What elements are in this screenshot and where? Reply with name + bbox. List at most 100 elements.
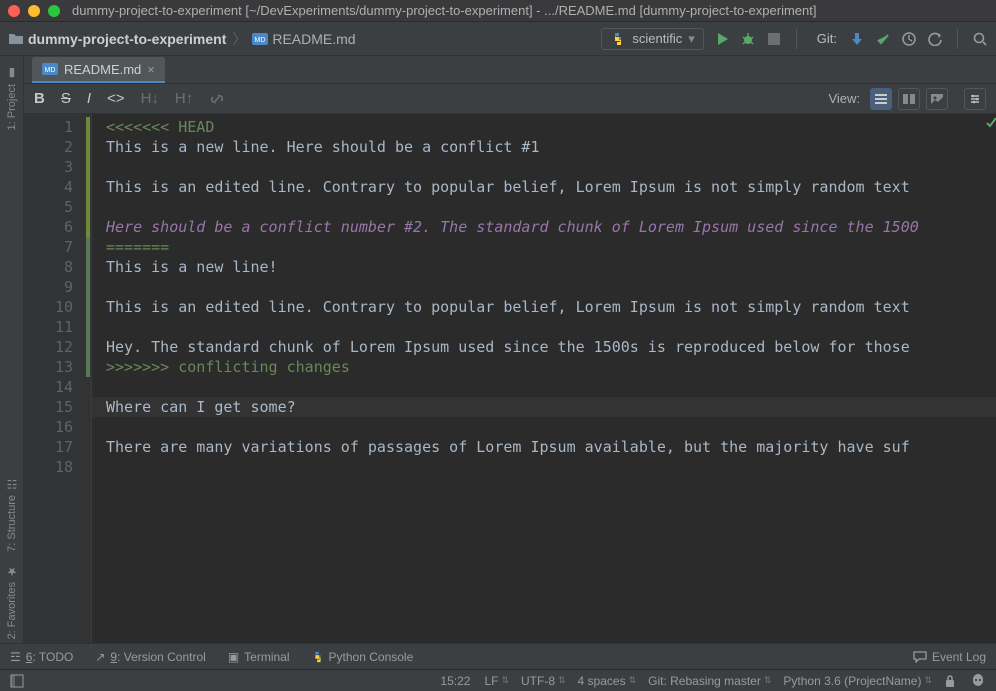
strikethrough-button[interactable]: S	[61, 90, 71, 107]
line-number[interactable]: 13	[24, 357, 87, 377]
code-line[interactable]: There are many variations of passages of…	[106, 437, 996, 457]
view-preview-button[interactable]	[926, 88, 948, 110]
line-number[interactable]: 9	[24, 277, 87, 297]
code-line[interactable]: This is a new line. Here should be a con…	[106, 137, 996, 157]
tool-windows-quick-access[interactable]	[10, 674, 24, 688]
structure-icon: ☷	[5, 477, 19, 491]
code-line[interactable]	[106, 417, 996, 437]
tool-window-structure[interactable]: 7: Structure ☷	[5, 473, 19, 556]
line-number[interactable]: 14	[24, 377, 87, 397]
search-everywhere-button[interactable]	[972, 31, 988, 47]
tool-window-event-log[interactable]: Event Log	[913, 650, 986, 664]
window-minimize-button[interactable]	[28, 5, 40, 17]
link-button[interactable]	[209, 91, 225, 107]
stop-button	[766, 31, 782, 47]
tool-window-todo[interactable]: ☲ 6: TODO	[10, 650, 73, 664]
tab-label: README.md	[64, 62, 141, 77]
window-close-button[interactable]	[8, 5, 20, 17]
interpreter-selector[interactable]: Python 3.6 (ProjectName)⇅	[783, 674, 930, 688]
git-commit-button[interactable]	[875, 31, 891, 47]
tool-window-python-console[interactable]: Python Console	[312, 650, 414, 664]
code-line[interactable]	[106, 457, 996, 477]
breadcrumb: dummy-project-to-experiment 〉 MD README.…	[8, 29, 356, 49]
breadcrumb-project[interactable]: dummy-project-to-experiment	[8, 31, 226, 47]
code-line[interactable]: >>>>>>> conflicting changes	[106, 357, 996, 377]
python-icon	[312, 651, 324, 663]
line-number[interactable]: 10	[24, 297, 87, 317]
svg-text:MD: MD	[255, 37, 266, 44]
view-settings-button[interactable]	[964, 88, 986, 110]
breadcrumb-file[interactable]: MD README.md	[252, 31, 355, 47]
terminal-icon: ▣	[228, 650, 239, 664]
run-configuration-label: scientific	[632, 31, 682, 46]
gutter[interactable]: 123456789101112131415161718	[24, 114, 92, 643]
editor-tab-readme[interactable]: MD README.md ×	[32, 57, 165, 83]
debug-button[interactable]	[740, 31, 756, 47]
code-content[interactable]: <<<<<<< HEADThis is a new line. Here sho…	[92, 114, 996, 643]
line-number[interactable]: 12	[24, 337, 87, 357]
tool-window-terminal[interactable]: ▣ Terminal	[228, 650, 290, 664]
encoding-selector[interactable]: UTF-8⇅	[521, 674, 564, 688]
code-line[interactable]: This is a new line!	[106, 257, 996, 277]
code-editor[interactable]: 123456789101112131415161718 <<<<<<< HEAD…	[24, 114, 996, 643]
code-line[interactable]: This is an edited line. Contrary to popu…	[106, 297, 996, 317]
code-line[interactable]: This is an edited line. Contrary to popu…	[106, 177, 996, 197]
line-separator-selector[interactable]: LF⇅	[484, 674, 507, 688]
view-editor-only-button[interactable]	[870, 88, 892, 110]
code-line[interactable]	[106, 157, 996, 177]
inspection-ok-icon[interactable]	[986, 117, 996, 133]
code-line[interactable]: <<<<<<< HEAD	[106, 117, 996, 137]
git-branch-selector[interactable]: Git: Rebasing master⇅	[648, 674, 769, 688]
indent-selector[interactable]: 4 spaces⇅	[578, 674, 635, 688]
code-line[interactable]	[106, 197, 996, 217]
star-icon: ★	[5, 564, 19, 578]
line-number[interactable]: 16	[24, 417, 87, 437]
caret-position[interactable]: 15:22	[440, 674, 470, 688]
tool-window-version-control[interactable]: ↗ 9: Version Control	[95, 650, 205, 664]
italic-button[interactable]: I	[87, 90, 91, 107]
bold-button[interactable]: B	[34, 90, 45, 107]
line-number[interactable]: 2	[24, 137, 87, 157]
line-number[interactable]: 3	[24, 157, 87, 177]
header-up-button[interactable]: H↑	[175, 90, 193, 107]
header-down-button[interactable]: H↓	[141, 90, 159, 107]
bottom-tool-stripe: ☲ 6: TODO ↗ 9: Version Control ▣ Termina…	[0, 643, 996, 669]
window-zoom-button[interactable]	[48, 5, 60, 17]
git-history-button[interactable]	[901, 31, 917, 47]
ide-status-icon[interactable]	[970, 674, 986, 688]
run-configuration-dropdown[interactable]: scientific ▾	[601, 28, 703, 50]
line-number[interactable]: 18	[24, 457, 87, 477]
readonly-toggle[interactable]	[944, 674, 956, 688]
status-bar: 15:22 LF⇅ UTF-8⇅ 4 spaces⇅ Git: Rebasing…	[0, 669, 996, 691]
markdown-toolbar: B S I <> H↓ H↑ View:	[24, 84, 996, 114]
line-number[interactable]: 4	[24, 177, 87, 197]
line-number[interactable]: 17	[24, 437, 87, 457]
run-button[interactable]	[714, 31, 730, 47]
line-number[interactable]: 5	[24, 197, 87, 217]
code-button[interactable]: <>	[107, 90, 125, 107]
left-tool-stripe: 1: Project ▮ 7: Structure ☷ 2: Favorites…	[0, 56, 24, 643]
view-split-button[interactable]	[898, 88, 920, 110]
speech-bubble-icon	[913, 651, 927, 663]
chevron-right-icon: 〉	[232, 29, 246, 49]
code-line[interactable]: Hey. The standard chunk of Lorem Ipsum u…	[106, 337, 996, 357]
git-revert-button[interactable]	[927, 31, 943, 47]
git-update-button[interactable]	[849, 31, 865, 47]
code-line[interactable]	[106, 377, 996, 397]
line-number[interactable]: 6	[24, 217, 87, 237]
line-number[interactable]: 7	[24, 237, 87, 257]
code-line[interactable]: =======	[106, 237, 996, 257]
code-line[interactable]: Here should be a conflict number #2. The…	[106, 217, 996, 237]
tool-window-project[interactable]: 1: Project ▮	[5, 62, 19, 134]
list-icon: ☲	[10, 650, 21, 664]
code-line[interactable]	[106, 277, 996, 297]
tool-window-favorites[interactable]: 2: Favorites ★	[5, 560, 19, 643]
line-number[interactable]: 11	[24, 317, 87, 337]
line-number[interactable]: 15	[24, 397, 87, 417]
code-line[interactable]	[106, 317, 996, 337]
editor-tabs: MD README.md ×	[24, 56, 996, 84]
markdown-file-icon: MD	[252, 31, 268, 47]
close-tab-button[interactable]: ×	[147, 62, 155, 77]
line-number[interactable]: 1	[24, 117, 87, 137]
line-number[interactable]: 8	[24, 257, 87, 277]
